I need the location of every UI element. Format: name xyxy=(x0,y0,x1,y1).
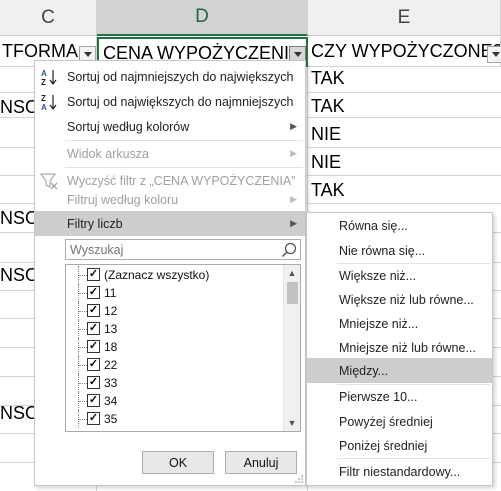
list-scrollbar[interactable]: ▲ ▼ xyxy=(283,265,300,431)
submenu-arrow-icon: ▶ xyxy=(290,148,297,158)
header-cell-czy-wypozyczone[interactable]: CZY WYPOŻYCZONE? xyxy=(308,37,501,67)
sort-by-color-item[interactable]: Sortuj według kolorów ▶ xyxy=(35,114,305,139)
checkbox-checked[interactable]: ✓ xyxy=(87,376,100,389)
submenu-arrow-icon: ▶ xyxy=(290,218,297,228)
ok-button[interactable]: OK xyxy=(142,451,214,474)
svg-text:Z: Z xyxy=(41,78,46,86)
submenu-item-equals[interactable]: Równa się... xyxy=(307,213,492,238)
column-header-c[interactable]: C xyxy=(0,0,97,36)
cell-e-value[interactable]: NIE xyxy=(311,124,341,145)
list-item[interactable]: ✓ 13 xyxy=(66,320,281,338)
autofilter-menu: A Z Sortuj od najmniejszych do największ… xyxy=(34,60,306,486)
filter-dropdown-button-e[interactable] xyxy=(487,46,501,63)
sort-ascending-item[interactable]: A Z Sortuj od najmniejszych do największ… xyxy=(35,64,305,89)
submenu-item-less-or-equal[interactable]: Mniejsze niż lub równe... xyxy=(307,335,492,360)
filter-by-color-item: Filtruj według koloru ▶ xyxy=(67,192,297,207)
cell-e-value[interactable]: TAK xyxy=(311,96,345,117)
checkbox-checked[interactable]: ✓ xyxy=(87,286,100,299)
checkbox-checked[interactable]: ✓ xyxy=(87,322,100,335)
sort-descending-item[interactable]: Z A Sortuj od największych do najmniejsz… xyxy=(35,89,305,114)
values-checklist[interactable]: ✓ (Zaznacz wszystko) ✓ 11 ✓ 12 ✓ 13 ✓ 18… xyxy=(65,264,301,432)
scroll-thumb[interactable] xyxy=(287,282,298,304)
search-box[interactable] xyxy=(65,239,301,260)
list-item[interactable]: ✓ 11 xyxy=(66,284,281,302)
submenu-arrow-icon: ▶ xyxy=(290,194,297,204)
submenu-item-greater-or-equal[interactable]: Większe niż lub równe... xyxy=(307,287,492,312)
submenu-item-top-10[interactable]: Pierwsze 10... xyxy=(307,384,492,409)
cell-c-value[interactable]: NSOI xyxy=(0,403,34,424)
submenu-item-between[interactable]: Między... xyxy=(307,358,492,383)
search-icon xyxy=(281,242,297,258)
submenu-item-greater-than[interactable]: Większe niż... xyxy=(307,263,492,288)
scroll-up-arrow-icon[interactable]: ▲ xyxy=(284,265,300,281)
list-item[interactable]: ✓ 34 xyxy=(66,392,281,410)
resize-grip-icon[interactable] xyxy=(295,475,303,483)
list-item[interactable]: ✓ 33 xyxy=(66,374,281,392)
column-header-e[interactable]: E xyxy=(308,0,501,36)
checkbox-checked[interactable]: ✓ xyxy=(87,358,100,371)
search-input[interactable] xyxy=(66,240,276,259)
checkbox-checked[interactable]: ✓ xyxy=(87,304,100,317)
svg-text:A: A xyxy=(41,103,47,111)
checkbox-checked[interactable]: ✓ xyxy=(87,268,100,281)
svg-text:Z: Z xyxy=(41,94,46,103)
svg-text:A: A xyxy=(41,69,47,78)
submenu-item-less-than[interactable]: Mniejsze niż... xyxy=(307,311,492,336)
submenu-item-not-equals[interactable]: Nie równa się... xyxy=(307,238,492,263)
scroll-down-arrow-icon[interactable]: ▼ xyxy=(284,415,300,431)
cell-c-value[interactable]: NSOI xyxy=(0,265,34,286)
cell-e-value[interactable]: TAK xyxy=(311,180,345,201)
sort-descending-icon: Z A xyxy=(39,92,59,112)
number-filters-item[interactable]: Filtry liczb ▶ xyxy=(35,211,305,236)
submenu-arrow-icon: ▶ xyxy=(290,121,297,131)
cancel-button[interactable]: Anuluj xyxy=(225,451,297,474)
list-item[interactable]: ✓ 18 xyxy=(66,338,281,356)
cell-c-value[interactable]: NSOI xyxy=(0,97,34,118)
submenu-item-below-average[interactable]: Poniżej średniej xyxy=(307,433,492,458)
cell-c-value[interactable]: NSOI xyxy=(0,208,34,229)
list-item[interactable]: ✓ 12 xyxy=(66,302,281,320)
cell-e-value[interactable]: TAK xyxy=(311,68,345,89)
checkbox-checked[interactable]: ✓ xyxy=(87,394,100,407)
column-header-d[interactable]: D xyxy=(97,0,308,36)
number-filters-submenu: Równa się... Nie równa się... Większe ni… xyxy=(306,212,493,486)
checkbox-checked[interactable]: ✓ xyxy=(87,412,100,425)
list-item[interactable]: ✓ 35 xyxy=(66,410,281,428)
submenu-item-custom-filter[interactable]: Filtr niestandardowy... xyxy=(307,459,492,484)
sheet-view-item: Widok arkusza ▶ xyxy=(67,146,297,161)
list-item[interactable]: ✓ 22 xyxy=(66,356,281,374)
cell-e-value[interactable]: NIE xyxy=(311,152,341,173)
sort-ascending-icon: A Z xyxy=(39,67,59,87)
list-item-select-all[interactable]: ✓ (Zaznacz wszystko) xyxy=(66,266,281,284)
checkbox-checked[interactable]: ✓ xyxy=(87,340,100,353)
submenu-item-above-average[interactable]: Powyżej średniej xyxy=(307,409,492,434)
